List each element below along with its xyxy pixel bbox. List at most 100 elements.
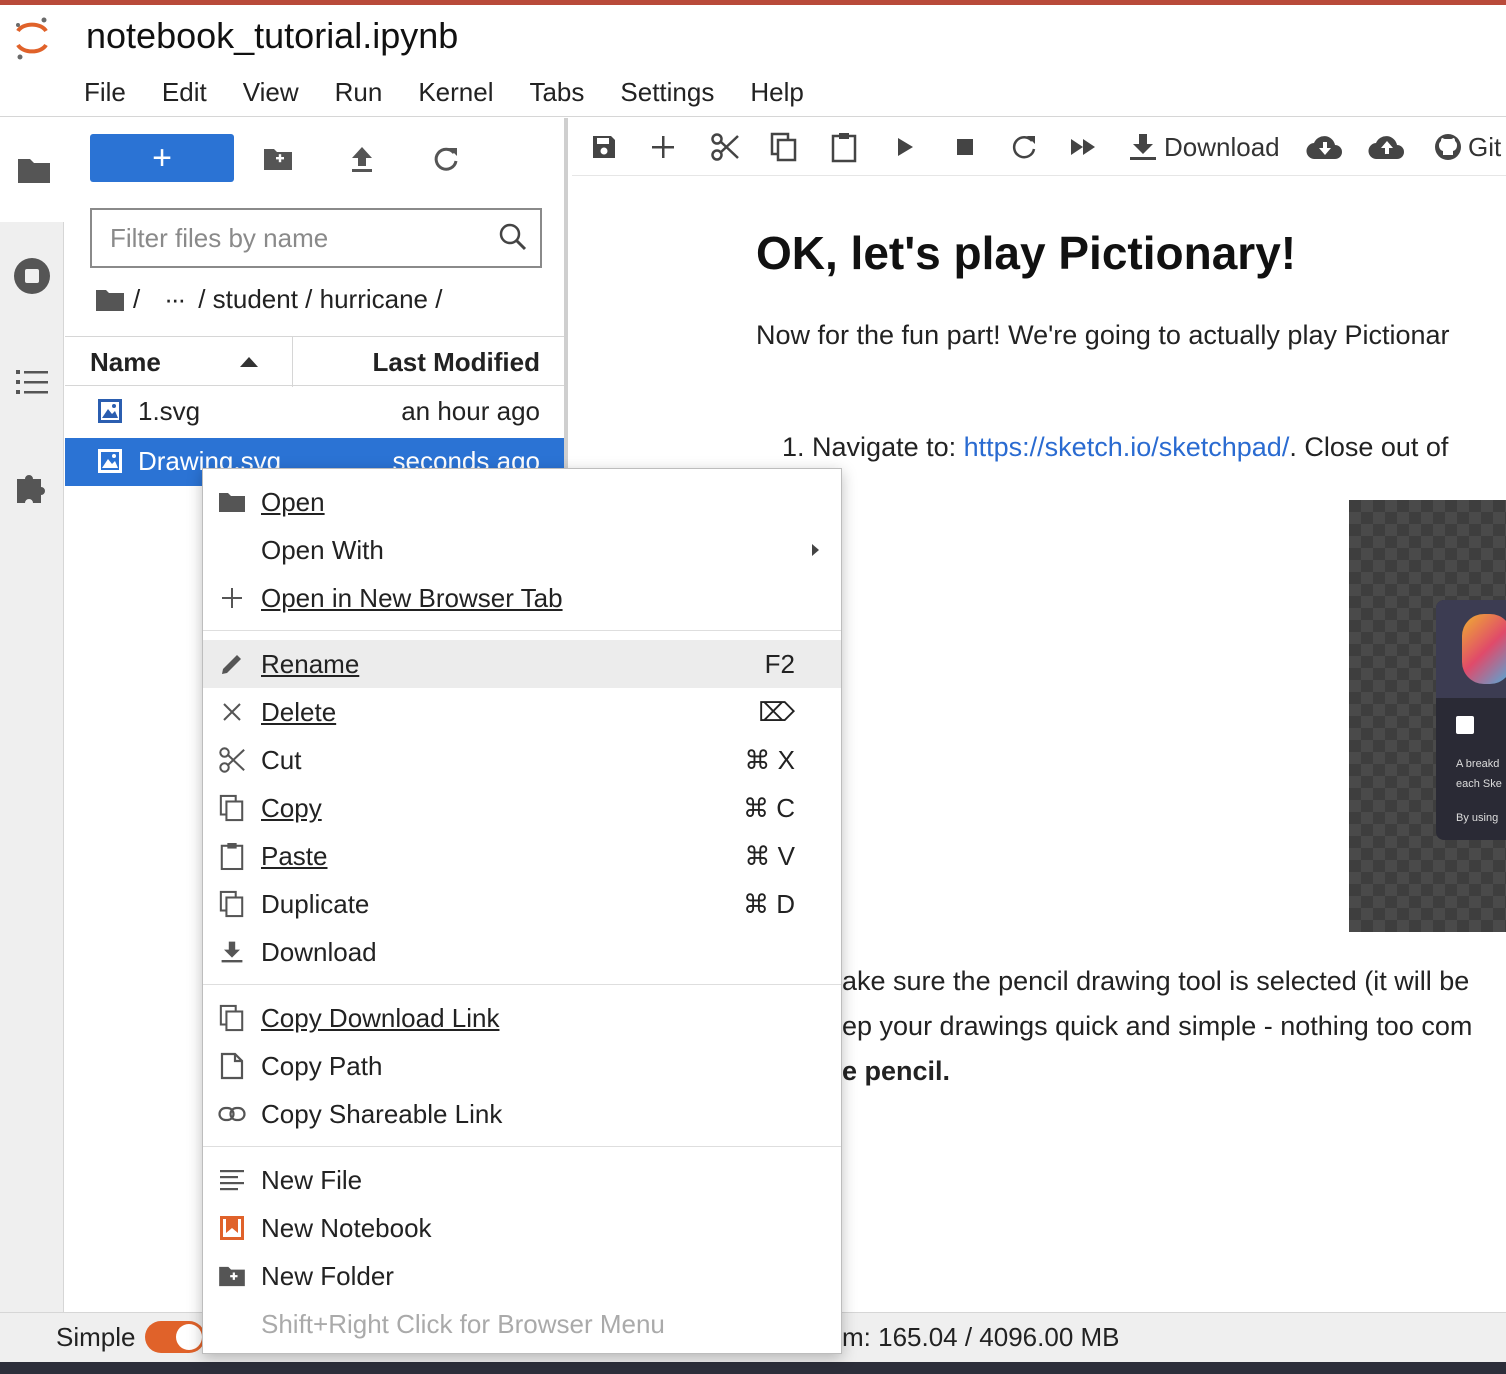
table-of-contents-tab[interactable] — [8, 358, 56, 406]
file-row[interactable]: 1.svg an hour ago — [65, 388, 564, 436]
cloud-download-icon — [1306, 136, 1342, 160]
pencil-icon — [217, 650, 247, 678]
download-toolbar-button[interactable]: Download — [1128, 130, 1280, 164]
markdown-text-line: ake sure the pencil drawing tool is sele… — [842, 966, 1470, 996]
cloud-download-button[interactable] — [1306, 130, 1344, 164]
menu-item-copy[interactable]: Copy ⌘ C — [203, 784, 841, 832]
menu-item-copy-download-link[interactable]: Copy Download Link — [203, 994, 841, 1042]
github-icon — [1435, 134, 1461, 160]
menu-item-copy-path[interactable]: Copy Path — [203, 1042, 841, 1090]
folder-icon — [217, 488, 247, 516]
cloud-upload-icon — [1368, 136, 1404, 160]
menu-item-rename[interactable]: Rename F2 — [203, 640, 841, 688]
menu-item-cut[interactable]: Cut ⌘ X — [203, 736, 841, 784]
menu-item-label: Copy Path — [261, 1051, 383, 1081]
document-title: notebook_tutorial.ipynb — [86, 15, 459, 56]
menu-item-open-new-tab[interactable]: Open in New Browser Tab — [203, 574, 841, 622]
menu-bar: File Edit View Run Kernel Tabs Settings … — [66, 73, 822, 111]
menu-item-open[interactable]: Open — [203, 478, 841, 526]
refresh-button[interactable] — [429, 142, 463, 176]
cut-cell-button[interactable] — [710, 130, 740, 164]
interrupt-kernel-button[interactable] — [954, 130, 976, 164]
new-folder-icon — [217, 1262, 247, 1290]
menu-edit[interactable]: Edit — [144, 73, 225, 111]
menu-item-new-notebook[interactable]: New Notebook — [203, 1204, 841, 1252]
menu-item-duplicate[interactable]: Duplicate ⌘ D — [203, 880, 841, 928]
new-folder-icon — [264, 149, 292, 170]
menu-item-label: Open With — [261, 535, 384, 565]
sketch-dialog-header — [1436, 600, 1506, 698]
menu-separator — [203, 1146, 841, 1147]
menu-item-label: New Folder — [261, 1261, 394, 1291]
home-folder-icon[interactable] — [95, 288, 125, 312]
menu-item-delete[interactable]: Delete ⌦ — [203, 688, 841, 736]
list-icon — [16, 370, 48, 394]
menu-item-open-with[interactable]: Open With — [203, 526, 841, 574]
menu-item-label: Delete — [261, 697, 337, 727]
copy-cell-button[interactable] — [770, 130, 798, 164]
copy-icon — [217, 890, 247, 918]
paste-cell-button[interactable] — [830, 130, 858, 164]
notebook-toolbar: Download Git — [572, 118, 1506, 176]
filter-files-input[interactable] — [92, 210, 482, 266]
sketch-dialog-card: A breakd each Ske By using — [1436, 600, 1506, 840]
close-icon — [217, 698, 247, 726]
file-modified: an hour ago — [401, 396, 540, 426]
menu-item-new-file[interactable]: New File — [203, 1156, 841, 1204]
restart-kernel-button[interactable] — [1010, 130, 1038, 164]
cloud-upload-button[interactable] — [1368, 130, 1406, 164]
file-icon — [217, 1052, 247, 1080]
refresh-icon — [434, 147, 458, 171]
search-icon — [499, 223, 527, 251]
name-column-header[interactable]: Name — [90, 347, 161, 378]
new-launcher-button[interactable]: + — [90, 134, 234, 182]
clipboard-icon — [831, 133, 857, 163]
insert-cell-button[interactable] — [650, 130, 676, 164]
menu-file[interactable]: File — [66, 73, 144, 111]
filter-files-field[interactable] — [90, 208, 542, 268]
refresh-icon — [1012, 136, 1036, 159]
new-folder-button[interactable] — [261, 142, 295, 176]
menu-item-download[interactable]: Download — [203, 928, 841, 976]
extension-manager-tab[interactable] — [8, 464, 56, 512]
running-sessions-tab[interactable] — [8, 252, 56, 300]
sketch-logo-icon — [1462, 614, 1506, 684]
sketchpad-link[interactable]: https://sketch.io/sketchpad/ — [964, 432, 1290, 462]
save-button[interactable] — [590, 130, 618, 164]
download-icon — [1130, 134, 1156, 160]
menu-help[interactable]: Help — [732, 73, 821, 111]
menu-tabs[interactable]: Tabs — [511, 73, 602, 111]
clipboard-icon — [217, 842, 247, 871]
submenu-arrow-icon — [812, 544, 819, 556]
save-icon — [593, 136, 615, 158]
sketch-checkbox-icon — [1456, 716, 1474, 734]
markdown-paragraph: Now for the fun part! We're going to act… — [756, 320, 1450, 350]
github-button[interactable]: Git — [1434, 130, 1501, 164]
restart-run-all-button[interactable] — [1068, 130, 1098, 164]
github-label: Git — [1468, 131, 1502, 162]
column-divider[interactable] — [292, 337, 293, 387]
simple-mode-toggle[interactable] — [145, 1321, 205, 1353]
menu-kernel[interactable]: Kernel — [400, 73, 511, 111]
menu-item-shortcut: F2 — [764, 649, 795, 679]
last-modified-column-header[interactable]: Last Modified — [372, 347, 540, 378]
menu-item-label: Open in New Browser Tab — [261, 583, 563, 613]
memory-usage: m: 165.04 / 4096.00 MB — [842, 1322, 1120, 1352]
menu-run[interactable]: Run — [317, 73, 401, 111]
breadcrumb-separator: / — [133, 284, 141, 314]
breadcrumb-ellipsis[interactable]: ··· — [164, 284, 186, 315]
jupyter-logo-icon[interactable] — [12, 15, 52, 61]
upload-button[interactable] — [345, 142, 379, 176]
copy-icon — [770, 132, 797, 162]
menu-settings[interactable]: Settings — [602, 73, 732, 111]
menu-view[interactable]: View — [225, 73, 317, 111]
file-browser-tab[interactable] — [0, 118, 64, 222]
menu-item-new-folder[interactable]: New Folder — [203, 1252, 841, 1300]
menu-item-paste[interactable]: Paste ⌘ V — [203, 832, 841, 880]
breadcrumb-path[interactable]: / student / hurricane / — [198, 284, 442, 315]
markdown-text-line: ep your drawings quick and simple - noth… — [842, 1011, 1473, 1041]
menu-item-label: Copy Shareable Link — [261, 1099, 503, 1129]
menu-item-copy-shareable-link[interactable]: Copy Shareable Link — [203, 1090, 841, 1138]
download-icon — [217, 938, 247, 966]
run-cell-button[interactable] — [894, 130, 916, 164]
